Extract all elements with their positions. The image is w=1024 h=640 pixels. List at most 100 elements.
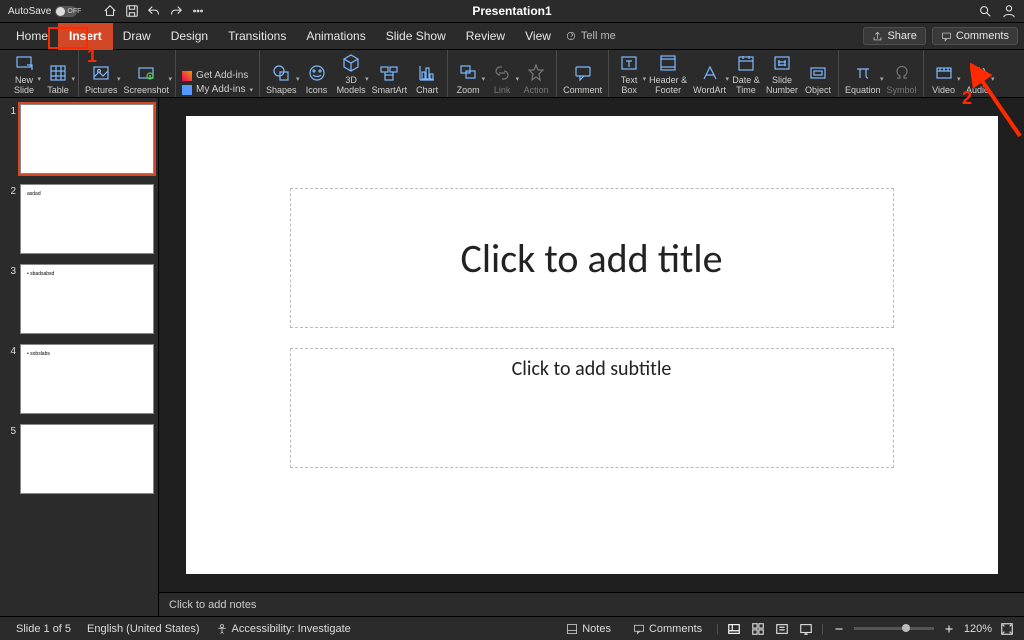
tab-design[interactable]: Design [161,23,218,50]
object-button[interactable]: Object [804,62,832,95]
notes-toggle[interactable]: Notes [558,623,619,635]
zoom-button[interactable]: ▾Zoom [454,62,482,95]
video-button[interactable]: ▾Video [930,62,958,95]
3d-models-button[interactable]: ▾3D Models [337,52,366,95]
audio-button[interactable]: ▾Audio [964,62,992,95]
save-icon[interactable] [125,4,139,18]
object-icon [807,62,829,84]
shapes-icon [270,62,292,84]
thumbnail-2[interactable]: asdad [20,184,154,254]
thumbnail-1[interactable] [20,104,154,174]
autosave-label: AutoSave [8,6,51,17]
new-slide-icon [13,52,35,74]
textbox-button[interactable]: ▾Text Box [615,52,643,95]
slide-canvas[interactable]: Click to add title Click to add subtitle [159,98,1024,592]
pi-icon [852,62,874,84]
notes-pane[interactable]: Click to add notes [159,592,1024,616]
screenshot-button[interactable]: ▾ Screenshot [124,62,170,95]
tab-insert[interactable]: Insert [58,23,113,50]
addins-icon [182,85,192,95]
undo-icon[interactable] [147,4,161,18]
action-icon [525,62,547,84]
tab-review[interactable]: Review [456,23,515,50]
comment-icon [572,62,594,84]
hash-icon [771,52,793,74]
header-footer-button[interactable]: Header & Footer [649,52,687,95]
share-button[interactable]: Share [863,27,925,45]
action-button: Action [522,62,550,95]
table-icon [47,62,69,84]
thumbnail-4[interactable]: • sobslabs [20,344,154,414]
home-icon[interactable] [103,4,117,18]
get-addins-button[interactable]: Get Add-ins [182,70,253,81]
title-bar: AutoSave OFF Presentation1 [0,0,1024,23]
tab-animations[interactable]: Animations [296,23,375,50]
cube-icon [340,52,362,74]
reading-view-button[interactable] [773,621,791,637]
icons-button[interactable]: Icons [303,62,331,95]
tab-view[interactable]: View [515,23,561,50]
comments-label: Comments [956,30,1009,42]
audio-icon [967,62,989,84]
slide-counter: Slide 1 of 5 [8,623,79,635]
video-icon [933,62,955,84]
symbol-button: Symbol [887,62,917,95]
normal-view-button[interactable] [725,621,743,637]
textbox-icon [618,52,640,74]
zoom-in-button[interactable] [940,621,958,637]
smartart-button[interactable]: SmartArt [372,62,408,95]
account-icon[interactable] [1002,4,1016,18]
share-label: Share [887,30,916,42]
tab-home[interactable]: Home [6,23,58,50]
status-bar: Slide 1 of 5 English (United States) Acc… [0,616,1024,640]
header-footer-icon [657,52,679,74]
pictures-icon [90,62,112,84]
new-slide-button[interactable]: ▾ New Slide [10,52,38,95]
tab-transitions[interactable]: Transitions [218,23,296,50]
fit-to-window-button[interactable] [998,621,1016,637]
more-icon[interactable] [191,4,205,18]
wordart-button[interactable]: ▾WordArt [693,62,726,95]
ribbon-tabs: Home Insert Draw Design Transitions Anim… [0,23,1024,50]
language-indicator[interactable]: English (United States) [79,623,208,635]
wordart-icon [699,62,721,84]
shapes-button[interactable]: ▾Shapes [266,62,297,95]
my-addins-button[interactable]: My Add-ins ▾ [182,84,253,95]
pictures-button[interactable]: ▾ Pictures [85,62,118,95]
store-icon [182,71,192,81]
zoom-out-button[interactable] [830,621,848,637]
equation-button[interactable]: ▾Equation [845,62,881,95]
subtitle-placeholder[interactable]: Click to add subtitle [290,348,894,468]
omega-icon [891,62,913,84]
tab-slideshow[interactable]: Slide Show [376,23,456,50]
sorter-view-button[interactable] [749,621,767,637]
screenshot-icon [135,62,157,84]
comments-button[interactable]: Comments [932,27,1018,45]
chart-icon [416,62,438,84]
calendar-icon [735,52,757,74]
document-title: Presentation1 [472,4,551,18]
slide-thumbnails-panel: 1 2asdad 3• sbadsabsd 4• sobslabs 5 [0,98,159,616]
table-button[interactable]: ▾ Table [44,62,72,95]
tell-me-label: Tell me [581,30,616,42]
search-icon[interactable] [978,4,992,18]
tab-draw[interactable]: Draw [113,23,161,50]
slideshow-view-button[interactable] [797,621,815,637]
smartart-icon [378,62,400,84]
thumbnail-3[interactable]: • sbadsabsd [20,264,154,334]
title-placeholder[interactable]: Click to add title [290,188,894,328]
comments-toggle[interactable]: Comments [625,623,710,635]
accessibility-check[interactable]: Accessibility: Investigate [208,623,359,635]
thumbnail-5[interactable] [20,424,154,494]
tell-me-search[interactable]: Tell me [565,30,616,42]
zoom-level[interactable]: 120% [964,623,992,635]
chart-button[interactable]: Chart [413,62,441,95]
zoom-slider[interactable] [854,627,934,630]
autosave-toggle[interactable]: AutoSave OFF [8,6,95,17]
icons-icon [306,62,328,84]
slide: Click to add title Click to add subtitle [186,116,998,574]
slide-number-button[interactable]: Slide Number [766,52,798,95]
redo-icon[interactable] [169,4,183,18]
date-time-button[interactable]: Date & Time [732,52,760,95]
comment-button[interactable]: Comment [563,62,602,95]
